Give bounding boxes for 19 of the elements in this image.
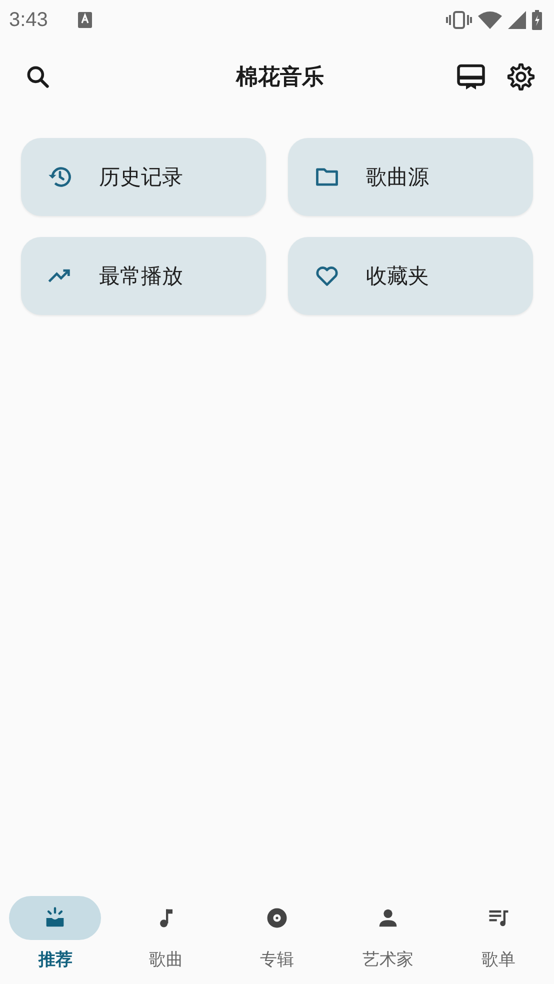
- shortcut-card[interactable]: 收藏夹: [288, 237, 533, 315]
- settings-icon: [506, 62, 536, 92]
- nav-tab[interactable]: 歌单: [443, 896, 554, 984]
- shortcut-card[interactable]: 歌曲源: [288, 138, 533, 216]
- vibrate-icon: [446, 11, 472, 29]
- nav-tab[interactable]: 推荐: [0, 896, 111, 984]
- history-icon: [47, 164, 73, 190]
- shortcut-card[interactable]: 历史记录: [21, 138, 266, 216]
- nav-tab[interactable]: 艺术家: [332, 896, 444, 984]
- nav-tab[interactable]: 专辑: [222, 896, 332, 984]
- app-title: 棉花音乐: [234, 64, 325, 92]
- keyboard-notification-icon: [78, 12, 92, 28]
- shortcut-card[interactable]: 最常播放: [21, 237, 266, 315]
- status-time: 3:43: [9, 8, 48, 32]
- battery-charging-icon: [532, 10, 542, 30]
- wifi-icon: [478, 11, 502, 29]
- bookmark-card-icon: [456, 62, 486, 92]
- signal-icon: [508, 11, 526, 29]
- nav-tab[interactable]: 歌曲: [110, 896, 222, 984]
